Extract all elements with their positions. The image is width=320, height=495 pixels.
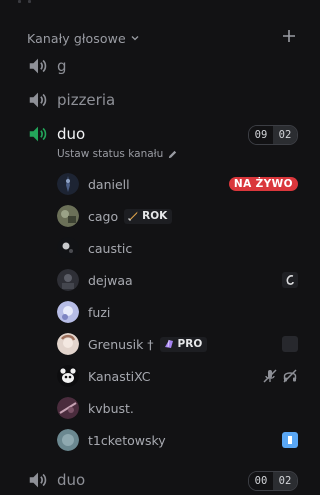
set-channel-status-label: Ustaw status kanału: [57, 148, 164, 160]
username: daniell: [88, 176, 130, 192]
avatar: [57, 301, 79, 323]
activity-icon: [282, 272, 298, 288]
username: kvbust.: [88, 400, 134, 416]
activity-icon: [282, 432, 298, 448]
voice-user-cago[interactable]: cago ROK: [57, 202, 299, 230]
voice-user-dejwaa[interactable]: dejwaa: [57, 266, 299, 294]
category-title: Kanały głosowe: [27, 30, 126, 46]
voice-channel-duo-active[interactable]: duo 09 02: [27, 120, 299, 148]
username: dejwaa: [88, 272, 133, 288]
voice-channel-pizzeria[interactable]: pizzeria: [27, 86, 299, 114]
user-limit-counter: 09 02: [248, 125, 298, 145]
deafened-headphones-icon: [283, 369, 297, 383]
user-limit: 02: [273, 126, 297, 144]
username: KanastiXC: [88, 368, 151, 384]
voice-user-fuzi[interactable]: fuzi: [57, 298, 299, 326]
avatar: [57, 269, 79, 291]
clan-tag-label: PRO: [177, 338, 203, 350]
channel-name: g: [57, 57, 67, 75]
clan-tag-label: ROK: [142, 210, 168, 222]
voice-user-t1cketowsky[interactable]: t1cketowsky: [57, 426, 299, 454]
username: caustic: [88, 240, 133, 256]
username: Grenusik †: [88, 336, 154, 352]
voice-user-daniell[interactable]: daniell NA ŻYWO: [57, 170, 299, 198]
crystal-icon: [164, 339, 173, 348]
voice-user-grenusik[interactable]: Grenusik † PRO: [57, 330, 299, 358]
clan-tag: PRO: [159, 336, 208, 352]
voice-channel-duo-2[interactable]: duo 00 02: [27, 466, 299, 494]
activity-icon: [282, 336, 298, 352]
user-limit: 02: [273, 472, 297, 490]
username: cago: [88, 208, 119, 224]
chevron-down-icon: [131, 36, 139, 41]
clan-tag: ROK: [124, 208, 173, 224]
set-channel-status[interactable]: Ustaw status kanału: [57, 147, 178, 161]
muted-mic-icon: [263, 369, 277, 383]
voice-channels-category[interactable]: Kanały głosowe: [27, 28, 299, 48]
avatar: [57, 205, 79, 227]
voice-user-caustic[interactable]: caustic: [57, 234, 299, 262]
speaker-icon: [29, 472, 47, 488]
username: t1cketowsky: [88, 432, 166, 448]
avatar: [57, 237, 79, 259]
channel-name: duo: [57, 471, 86, 489]
avatar: [57, 365, 79, 387]
scroll-overflow-hint: [18, 0, 32, 4]
speaker-icon: [29, 58, 47, 74]
create-channel-plus-icon[interactable]: [281, 28, 297, 44]
voice-channel-g[interactable]: g: [27, 52, 299, 80]
avatar: [57, 333, 79, 355]
user-count: 00: [249, 472, 273, 490]
avatar: [57, 173, 79, 195]
sword-icon: [128, 211, 138, 221]
voice-user-kvbust[interactable]: kvbust.: [57, 394, 299, 422]
live-badge: NA ŻYWO: [228, 177, 298, 191]
avatar: [57, 429, 79, 451]
pencil-icon: [169, 150, 177, 158]
avatar: [57, 397, 79, 419]
user-limit-counter: 00 02: [248, 471, 298, 491]
username: fuzi: [88, 304, 111, 320]
speaker-active-icon: [29, 126, 47, 142]
user-count: 09: [249, 126, 273, 144]
speaker-icon: [29, 92, 47, 108]
channel-name: pizzeria: [57, 91, 116, 109]
channel-name: duo: [57, 125, 86, 143]
voice-user-kanastixc[interactable]: KanastiXC: [57, 362, 299, 390]
